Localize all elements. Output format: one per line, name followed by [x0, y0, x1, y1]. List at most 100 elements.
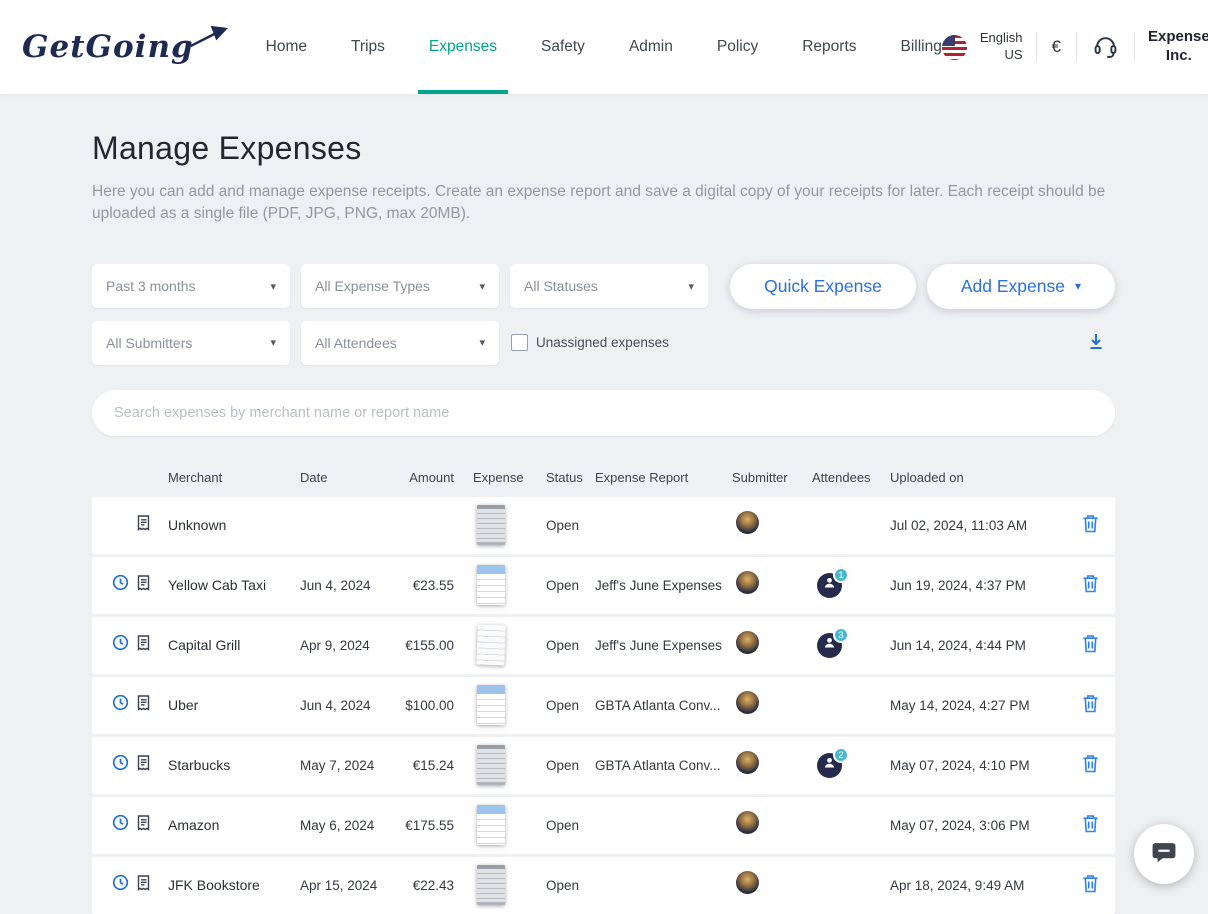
table-row[interactable]: Starbucks May 7, 2024 €15.24 Open GBTA A… [92, 737, 1115, 794]
expense-amount: €155.00 [404, 638, 454, 653]
submitter-avatar[interactable] [736, 571, 759, 594]
nav-item-expenses[interactable]: Expenses [429, 0, 497, 94]
merchant-name: Yellow Cab Taxi [168, 577, 300, 593]
table-row[interactable]: JFK Bookstore Apr 15, 2024 €22.43 Open A… [92, 857, 1115, 914]
expense-date: Jun 4, 2024 [300, 698, 404, 713]
nav-item-reports[interactable]: Reports [802, 0, 856, 94]
col-attendees: Attendees [812, 470, 890, 485]
receipt-thumbnail[interactable] [477, 685, 505, 725]
delete-button[interactable] [1078, 510, 1103, 540]
attendee-count-badge: 1 [833, 567, 849, 583]
submitter-avatar[interactable] [736, 511, 759, 534]
chat-button[interactable] [1134, 824, 1194, 884]
headset-icon [1092, 32, 1119, 62]
language-selector[interactable]: English US [980, 30, 1023, 64]
nav-item-billing[interactable]: Billing [901, 0, 942, 94]
quick-expense-label: Quick Expense [764, 276, 882, 297]
uploaded-on: May 07, 2024, 3:06 PM [890, 818, 1059, 833]
trash-icon [1082, 694, 1099, 716]
attendee-count-badge: 2 [833, 747, 849, 763]
attendees-chip[interactable]: 3 [817, 633, 842, 658]
submitter-avatar[interactable] [736, 631, 759, 654]
expense-report-name: Jeff's June Expenses [592, 638, 732, 653]
delete-button[interactable] [1078, 630, 1103, 660]
page-description: Here you can add and manage expense rece… [92, 181, 1112, 226]
table-row[interactable]: Yellow Cab Taxi Jun 4, 2024 €23.55 Open … [92, 557, 1115, 614]
clock-icon [112, 814, 129, 836]
language-line2: US [980, 47, 1023, 64]
attendees-select[interactable]: All Attendees ▾ [301, 321, 499, 365]
merchant-name: JFK Bookstore [168, 877, 300, 893]
chevron-down-icon: ▾ [270, 280, 276, 293]
expense-amount: €175.55 [404, 818, 454, 833]
receipt-thumbnail[interactable] [477, 505, 505, 545]
status-text: Open [528, 578, 592, 593]
delete-button[interactable] [1078, 750, 1103, 780]
currency-selector[interactable]: € [1050, 37, 1063, 57]
logo[interactable]: GetGoing [22, 29, 230, 65]
support-button[interactable] [1090, 30, 1121, 64]
delete-button[interactable] [1078, 870, 1103, 900]
receipt-icon [137, 695, 150, 716]
col-uploaded-on: Uploaded on [890, 470, 1059, 485]
receipt-thumbnail[interactable] [477, 805, 505, 845]
receipt-thumbnail[interactable] [477, 745, 505, 785]
table-row[interactable]: Capital Grill Apr 9, 2024 €155.00 Open J… [92, 617, 1115, 674]
expense-date: Apr 15, 2024 [300, 878, 404, 893]
clock-icon [112, 574, 129, 596]
expense-date: May 6, 2024 [300, 818, 404, 833]
top-navbar: GetGoing Home Trips Expenses Safety Admi… [0, 0, 1208, 94]
delete-button[interactable] [1078, 810, 1103, 840]
col-expense-report: Expense Report [592, 470, 732, 485]
submitter-avatar[interactable] [736, 811, 759, 834]
manage-expenses-page: Manage Expenses Here you can add and man… [0, 94, 1208, 914]
clock-icon [112, 634, 129, 656]
table-row[interactable]: Amazon May 6, 2024 €175.55 Open May 07, … [92, 797, 1115, 854]
trash-icon [1082, 814, 1099, 836]
expense-report-name: Jeff's June Expenses [592, 578, 732, 593]
submitter-avatar[interactable] [736, 871, 759, 894]
submitters-value: All Submitters [106, 335, 192, 351]
delete-button[interactable] [1078, 690, 1103, 720]
col-merchant: Merchant [168, 470, 300, 485]
delete-button[interactable] [1078, 570, 1103, 600]
receipt-thumbnail[interactable] [477, 865, 505, 905]
receipt-icon [137, 635, 150, 656]
receipt-icon [137, 875, 150, 896]
logo-arrow-icon [188, 22, 231, 53]
nav-item-policy[interactable]: Policy [717, 0, 758, 94]
nav-item-safety[interactable]: Safety [541, 0, 585, 94]
col-submitter: Submitter [732, 470, 812, 485]
expense-type-select[interactable]: All Expense Types ▾ [301, 264, 499, 308]
merchant-name: Starbucks [168, 757, 300, 773]
add-expense-button[interactable]: Add Expense ▾ [927, 264, 1115, 309]
company-switcher[interactable]: Expense Inc. [1148, 28, 1208, 66]
quick-expense-button[interactable]: Quick Expense [730, 264, 916, 309]
attendees-chip[interactable]: 2 [817, 753, 842, 778]
receipt-icon [137, 515, 150, 536]
attendees-chip[interactable]: 1 [817, 573, 842, 598]
table-row[interactable]: Unknown Open Jul 02, 2024, 11:03 AM [92, 497, 1115, 554]
nav-item-admin[interactable]: Admin [629, 0, 673, 94]
expense-type-value: All Expense Types [315, 278, 430, 294]
status-select[interactable]: All Statuses ▾ [510, 264, 708, 308]
download-button[interactable] [1083, 328, 1109, 357]
nav-item-home[interactable]: Home [266, 0, 307, 94]
clock-icon [112, 874, 129, 896]
status-text: Open [528, 758, 592, 773]
attendees-value: All Attendees [315, 335, 397, 351]
receipt-thumbnail[interactable] [476, 625, 505, 666]
submitter-avatar[interactable] [736, 751, 759, 774]
attendee-count-badge: 3 [833, 627, 849, 643]
submitters-select[interactable]: All Submitters ▾ [92, 321, 290, 365]
date-range-select[interactable]: Past 3 months ▾ [92, 264, 290, 308]
date-range-value: Past 3 months [106, 278, 196, 294]
submitter-avatar[interactable] [736, 691, 759, 714]
company-line1: Expense [1148, 28, 1208, 47]
receipt-thumbnail[interactable] [477, 565, 505, 605]
nav-item-trips[interactable]: Trips [351, 0, 385, 94]
search-input[interactable] [92, 390, 1115, 436]
table-row[interactable]: Uber Jun 4, 2024 $100.00 Open GBTA Atlan… [92, 677, 1115, 734]
merchant-name: Amazon [168, 817, 300, 833]
unassigned-checkbox[interactable] [511, 334, 528, 351]
